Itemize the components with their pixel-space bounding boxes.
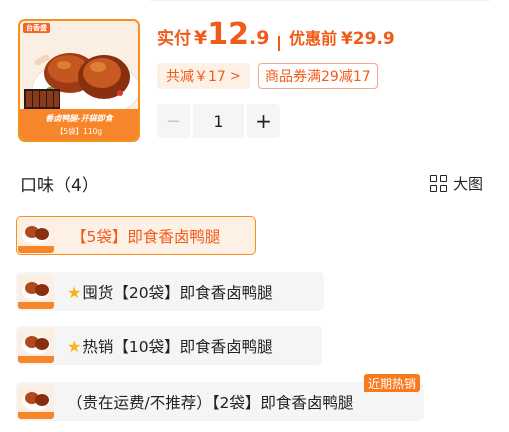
decrease-quantity-button[interactable]: − <box>157 104 190 138</box>
price-label: 实付 <box>157 29 191 49</box>
large-view-label: 大图 <box>453 175 484 193</box>
flavor-option-10-bags[interactable]: ★热销【10袋】即食香卤鸭腿 <box>16 326 322 365</box>
increase-quantity-button[interactable]: + <box>247 104 280 138</box>
coupon-badge: 商品券满29减17 <box>258 63 378 89</box>
total-discount-button[interactable]: 共减￥17 > <box>157 63 250 89</box>
currency-symbol: ¥ <box>194 27 208 49</box>
large-view-toggle[interactable]: 大图 <box>430 173 483 194</box>
flavor-option-2-bags[interactable]: （贵在运费/不推荐）【2袋】即食香卤鸭腿 近期热销 <box>16 374 424 421</box>
option-label: ★热销【10袋】即食香卤鸭腿 <box>67 336 273 356</box>
price-decimal: .9 <box>248 27 270 49</box>
product-caption: 香卤鸭腿-开袋即食 【5袋】110g <box>20 109 138 140</box>
option-thumbnail <box>18 328 54 363</box>
price-integer: 12 <box>207 17 249 52</box>
product-caption-title: 香卤鸭腿-开袋即食 <box>45 114 113 123</box>
original-price: ¥29.9 <box>340 29 395 49</box>
quantity-value[interactable]: 1 <box>193 104 244 138</box>
top-divider <box>150 0 490 1</box>
option-label: （贵在运费/不推荐）【2袋】即食香卤鸭腿 <box>67 393 354 412</box>
flavor-section-title: 口味（4） <box>20 176 99 196</box>
option-thumbnail <box>18 274 54 309</box>
chevron-right-icon: > <box>229 68 241 84</box>
product-caption-spec: 【5袋】110g <box>55 127 103 136</box>
product-image: 台香盛 香卤鸭腿-开袋即食 【5袋】110g <box>18 19 140 142</box>
star-icon: ★ <box>67 336 82 356</box>
option-thumbnail <box>18 384 54 419</box>
grid-view-icon <box>430 175 447 192</box>
hot-sale-badge: 近期热销 <box>363 374 420 392</box>
flavor-option-20-bags[interactable]: ★囤货【20袋】即食香卤鸭腿 <box>16 272 324 311</box>
total-discount-label: 共减￥17 <box>166 69 226 85</box>
price-row: 实付 ¥ 12 .9 优惠前 ¥29.9 <box>157 20 395 60</box>
original-price-label: 优惠前 <box>288 29 337 48</box>
option-label: ★囤货【20袋】即食香卤鸭腿 <box>67 282 273 302</box>
price-separator <box>278 35 280 51</box>
star-icon: ★ <box>67 282 82 302</box>
brand-logo: 台香盛 <box>23 23 50 33</box>
quantity-stepper: − 1 + <box>157 104 280 138</box>
flavor-option-5-bags[interactable]: 【5袋】即食香卤鸭腿 <box>16 216 256 255</box>
option-thumbnail <box>18 218 54 253</box>
option-label: 【5袋】即食香卤鸭腿 <box>71 227 221 246</box>
